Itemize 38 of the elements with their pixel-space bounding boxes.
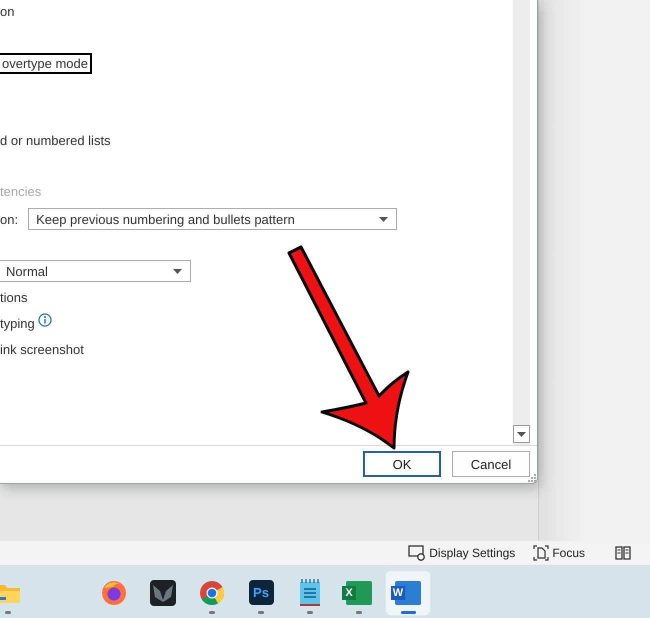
dropdown[interactable]: Normal <box>0 260 191 282</box>
option-label: tions <box>0 290 28 304</box>
wheel-icon <box>199 580 225 606</box>
mask-icon <box>150 580 176 606</box>
notepad-icon <box>299 578 321 606</box>
info-icon[interactable] <box>38 313 52 327</box>
running-indicator <box>5 610 11 614</box>
scrollbar[interactable] <box>513 0 530 445</box>
scroll-down-button[interactable] <box>513 425 530 443</box>
caret-icon <box>517 432 526 436</box>
taskbar-app-button[interactable]: X <box>337 570 381 614</box>
option-label[interactable]: overtype mode <box>0 52 92 74</box>
display-settings-button[interactable]: Display Settings <box>408 545 516 561</box>
dropdown[interactable]: Keep previous numbering and bullets pattern <box>28 208 398 230</box>
folder-icon <box>0 582 20 602</box>
taskbar-app-button[interactable]: Ps <box>239 570 283 614</box>
running-indicator <box>356 610 362 614</box>
ok-button[interactable]: OK <box>363 451 441 477</box>
monitor-gear-icon <box>408 545 426 561</box>
option-label: typing <box>0 316 35 330</box>
cancel-button[interactable]: Cancel <box>452 451 530 477</box>
field-label: on: <box>0 212 18 226</box>
running-indicator <box>258 610 264 614</box>
option-label: d or numbered lists <box>0 132 111 148</box>
focus-button[interactable]: Focus <box>533 545 585 561</box>
resize-grip-icon[interactable] <box>528 474 536 482</box>
app-icon: Ps <box>248 580 274 605</box>
running-indicator <box>209 610 215 614</box>
running-indicator <box>307 610 313 614</box>
read-mode-icon[interactable] <box>615 546 631 560</box>
taskbar-app-button[interactable]: W <box>386 570 430 614</box>
running-indicator <box>401 610 416 614</box>
option-label: on <box>0 4 14 18</box>
option-label: ink screenshot <box>0 342 84 356</box>
caret-icon <box>173 268 182 274</box>
caret-icon <box>379 216 388 222</box>
option-label: tencies <box>0 184 42 198</box>
focus-icon <box>533 545 550 561</box>
